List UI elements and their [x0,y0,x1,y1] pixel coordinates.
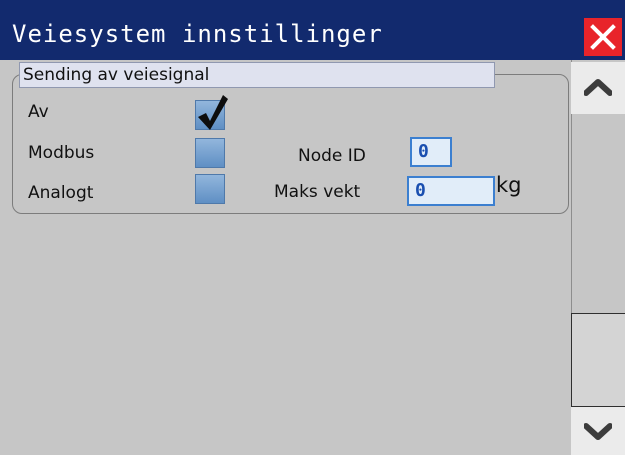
option-label-analogt: Analogt [28,183,94,203]
node-id-label: Node ID [298,146,366,166]
title-bar: Veiesystem innstillinger [0,0,625,60]
chevron-up-icon [584,79,612,96]
scroll-thumb[interactable] [571,313,625,407]
option-label-modbus: Modbus [28,143,95,163]
scroll-down-button[interactable] [571,407,625,455]
checkbox-analogt[interactable] [195,174,225,204]
window-title: Veiesystem innstillinger [12,20,383,48]
close-icon [590,24,616,50]
scroll-up-button[interactable] [571,62,625,114]
max-weight-unit: kg [496,173,522,197]
checkbox-av[interactable] [195,95,228,130]
max-weight-field[interactable]: 0 [407,176,495,206]
group-header: Sending av veiesignal [19,62,495,88]
close-button[interactable] [584,18,622,56]
chevron-down-icon [584,423,612,440]
max-weight-label: Maks vekt [274,182,361,202]
option-label-av: Av [28,102,49,122]
node-id-field[interactable]: 0 [410,137,452,167]
checkbox-modbus[interactable] [195,138,225,168]
checkmark-icon [198,95,228,130]
